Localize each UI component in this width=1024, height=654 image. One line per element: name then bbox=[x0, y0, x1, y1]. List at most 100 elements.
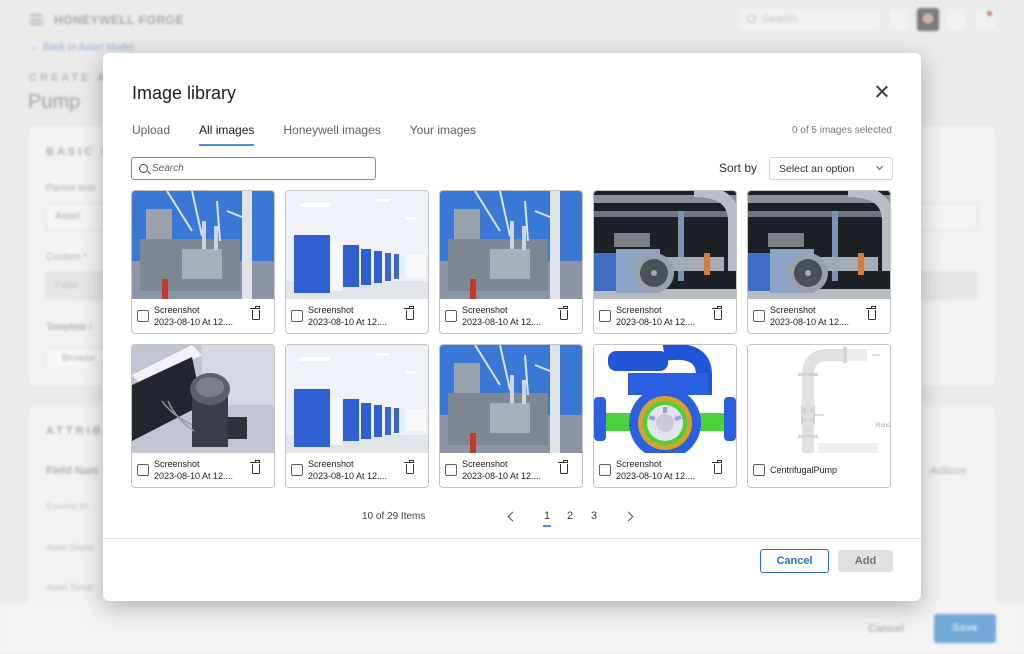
browse-label: Browse bbox=[62, 353, 96, 364]
image-checkbox[interactable] bbox=[445, 464, 457, 476]
tab-honeywell-images[interactable]: Honeywell images bbox=[283, 123, 380, 147]
trash-icon[interactable] bbox=[712, 460, 722, 474]
trash-icon[interactable] bbox=[250, 306, 260, 320]
row-label: Asset Templ bbox=[46, 582, 93, 592]
close-icon[interactable] bbox=[873, 83, 891, 101]
image-thumbnail[interactable] bbox=[594, 191, 736, 299]
sort-select[interactable]: Select an option bbox=[769, 157, 893, 180]
image-card[interactable]: Screenshot 2023-08-10 At 12.... bbox=[439, 344, 583, 488]
image-date: 2023-08-10 At 12.... bbox=[616, 471, 696, 481]
image-checkbox[interactable] bbox=[599, 464, 611, 476]
image-caption: Screenshot 2023-08-10 At 12.... bbox=[308, 458, 387, 482]
image-checkbox[interactable] bbox=[291, 464, 303, 476]
image-thumbnail[interactable] bbox=[286, 191, 428, 299]
row-label: Asset Displa bbox=[46, 542, 94, 552]
avatar[interactable] bbox=[917, 8, 939, 31]
image-checkbox[interactable] bbox=[599, 310, 611, 322]
tab-all-images[interactable]: All images bbox=[199, 123, 255, 147]
tab-upload[interactable]: Upload bbox=[132, 123, 170, 147]
menu-icon[interactable] bbox=[30, 14, 43, 25]
image-name: Screenshot bbox=[770, 305, 816, 315]
trash-icon[interactable] bbox=[558, 306, 568, 320]
image-thumbnail[interactable] bbox=[286, 345, 428, 453]
notification-dot bbox=[987, 11, 992, 16]
image-card[interactable]: Runs CentrifugalPump bbox=[747, 344, 891, 488]
image-library-modal: Image library Upload All images Honeywel… bbox=[103, 53, 921, 601]
image-date: 2023-08-10 At 12.... bbox=[308, 317, 388, 327]
footer-divider bbox=[103, 538, 921, 539]
trash-icon[interactable] bbox=[404, 460, 414, 474]
sort-value: Select an option bbox=[779, 163, 855, 175]
search-icon bbox=[139, 164, 148, 173]
search-input[interactable] bbox=[152, 160, 367, 177]
trash-icon[interactable] bbox=[712, 306, 722, 320]
chevron-left-icon[interactable] bbox=[507, 511, 518, 522]
image-thumbnail[interactable] bbox=[132, 191, 274, 299]
pagination: 10 of 29 Items 1 2 3 bbox=[103, 508, 921, 528]
image-thumbnail[interactable] bbox=[594, 345, 736, 453]
help-icon[interactable] bbox=[946, 9, 966, 30]
bg-save-button: Save bbox=[934, 614, 996, 643]
image-name: Screenshot bbox=[616, 459, 662, 469]
image-card[interactable]: Screenshot 2023-08-10 At 12.... bbox=[593, 190, 737, 334]
custom-value: False bbox=[55, 280, 80, 291]
page-2[interactable]: 2 bbox=[567, 510, 573, 522]
image-card[interactable]: Screenshot 2023-08-10 At 12.... bbox=[285, 344, 429, 488]
back-link[interactable]: ← Back to Asset Model bbox=[30, 42, 133, 53]
add-button[interactable]: Add bbox=[838, 550, 893, 572]
image-search bbox=[131, 157, 376, 180]
cancel-button[interactable]: Cancel bbox=[760, 549, 829, 573]
global-search[interactable]: Search bbox=[740, 9, 880, 30]
image-card[interactable]: Screenshot 2023-08-10 At 12.... bbox=[131, 190, 275, 334]
image-checkbox[interactable] bbox=[753, 310, 765, 322]
image-thumbnail[interactable] bbox=[440, 345, 582, 453]
template-image-label: Template i bbox=[46, 322, 92, 333]
svg-text:Runs: Runs bbox=[876, 423, 890, 429]
image-name: Screenshot bbox=[154, 459, 200, 469]
image-date: 2023-08-10 At 12.... bbox=[308, 471, 388, 481]
actions-header: Actions bbox=[930, 465, 967, 477]
image-date: 2023-08-10 At 12.... bbox=[154, 471, 234, 481]
image-date: 2023-08-10 At 12.... bbox=[154, 317, 234, 327]
image-card[interactable]: Screenshot 2023-08-10 At 12.... bbox=[747, 190, 891, 334]
image-checkbox[interactable] bbox=[137, 310, 149, 322]
image-card[interactable]: Screenshot 2023-08-10 At 12.... bbox=[285, 190, 429, 334]
trash-icon[interactable] bbox=[404, 306, 414, 320]
trash-icon[interactable] bbox=[558, 460, 568, 474]
image-thumbnail[interactable] bbox=[132, 345, 274, 453]
image-caption: Screenshot 2023-08-10 At 12.... bbox=[154, 304, 233, 328]
image-name: Screenshot bbox=[308, 305, 354, 315]
image-name: Screenshot bbox=[154, 305, 200, 315]
sort-label: Sort by bbox=[719, 161, 758, 175]
image-card[interactable]: Screenshot 2023-08-10 At 12.... bbox=[593, 344, 737, 488]
page-3[interactable]: 3 bbox=[591, 510, 597, 522]
page-1[interactable]: 1 bbox=[542, 510, 552, 527]
image-name: CentrifugalPump bbox=[770, 465, 838, 475]
page-title: Pump bbox=[28, 91, 81, 113]
pagination-info: 10 of 29 Items bbox=[362, 511, 426, 522]
trash-icon[interactable] bbox=[250, 460, 260, 474]
image-checkbox[interactable] bbox=[291, 310, 303, 322]
tab-your-images[interactable]: Your images bbox=[410, 123, 476, 147]
bell-icon[interactable] bbox=[975, 9, 995, 30]
image-card[interactable]: Screenshot 2023-08-10 At 12.... bbox=[439, 190, 583, 334]
search-icon bbox=[747, 14, 756, 23]
image-checkbox[interactable] bbox=[445, 310, 457, 322]
trash-icon[interactable] bbox=[866, 306, 876, 320]
image-checkbox[interactable] bbox=[753, 464, 765, 476]
image-caption: Screenshot 2023-08-10 At 12.... bbox=[616, 304, 695, 328]
top-bar: HONEYWELL FORGE Search bbox=[0, 0, 1024, 40]
image-grid: Screenshot 2023-08-10 At 12.... Screenshot… bbox=[131, 190, 891, 488]
row-label: External ID bbox=[46, 501, 89, 511]
image-caption: Screenshot 2023-08-10 At 12.... bbox=[154, 458, 233, 482]
image-caption: Screenshot 2023-08-10 At 12.... bbox=[462, 304, 541, 328]
image-thumbnail[interactable] bbox=[440, 191, 582, 299]
image-thumbnail[interactable]: Runs bbox=[748, 345, 890, 453]
image-checkbox[interactable] bbox=[137, 464, 149, 476]
image-card[interactable]: Screenshot 2023-08-10 At 12.... bbox=[131, 344, 275, 488]
image-thumbnail[interactable] bbox=[748, 191, 890, 299]
more-icon[interactable] bbox=[889, 9, 909, 30]
chevron-right-icon[interactable] bbox=[623, 511, 634, 522]
field-name-header: Field Nam bbox=[46, 465, 99, 477]
parent-template-label: Parent tem bbox=[46, 183, 95, 194]
